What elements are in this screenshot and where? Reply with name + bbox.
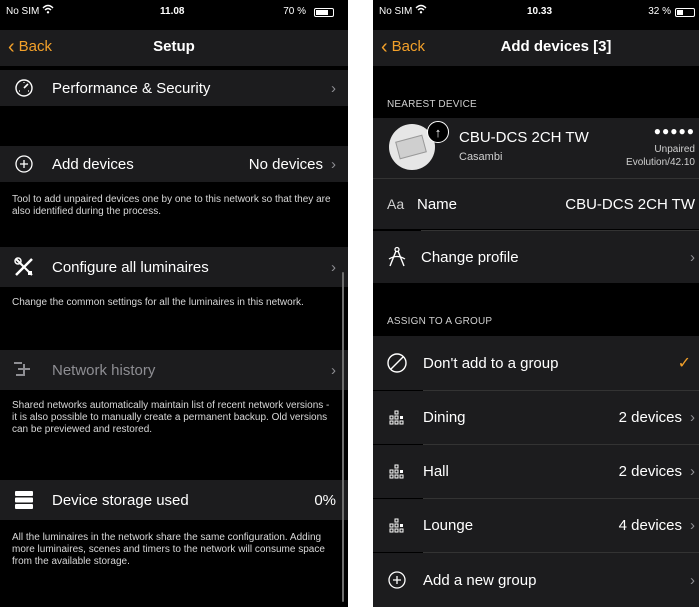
storage-description: All the luminaires in the network share … xyxy=(0,524,348,576)
row-label: Configure all luminaires xyxy=(52,258,209,276)
battery-percent: 32 % xyxy=(648,6,671,17)
clock: 11.08 xyxy=(160,6,185,17)
clock: 10.33 xyxy=(527,6,553,17)
chevron-left-icon: ‹ xyxy=(381,35,388,58)
no-group-icon xyxy=(385,351,409,375)
group-grid-icon xyxy=(385,460,409,484)
status-bar: No SIM 11.08 70 % xyxy=(0,0,348,30)
wifi-icon xyxy=(415,4,427,17)
chevron-right-icon: › xyxy=(690,517,695,534)
row-label: Lounge xyxy=(423,517,474,534)
row-value: 0% xyxy=(314,491,336,509)
nearest-device-header: NEAREST DEVICE xyxy=(387,99,477,110)
nav-bar: ‹ Back Add devices [3] xyxy=(373,30,699,66)
group-grid-icon xyxy=(385,514,409,538)
row-value: 2 devices xyxy=(618,409,682,426)
device-storage-row: Device storage used 0% xyxy=(0,480,348,520)
row-value: 2 devices xyxy=(618,463,682,480)
add-devices-description: Tool to add unpaired devices one by one … xyxy=(0,186,348,226)
gauge-icon xyxy=(12,76,36,100)
chevron-right-icon: › xyxy=(690,463,695,480)
row-value: 4 devices xyxy=(618,517,682,534)
group-row-dining[interactable]: Dining 2 devices › xyxy=(373,391,699,444)
add-new-group-row[interactable]: Add a new group › xyxy=(373,553,699,607)
assign-group-header: ASSIGN TO A GROUP xyxy=(387,316,493,327)
page-title: Add devices [3] xyxy=(500,38,612,55)
tools-icon xyxy=(12,255,36,279)
status-bar: No SIM 10.33 32 % xyxy=(373,0,699,30)
chevron-right-icon: › xyxy=(331,361,336,379)
name-value[interactable]: CBU-DCS 2CH TW xyxy=(457,196,695,213)
chevron-right-icon: › xyxy=(690,571,695,589)
device-name: CBU-DCS 2CH TW xyxy=(459,129,589,146)
group-grid-icon xyxy=(385,406,409,430)
row-label: Change profile xyxy=(421,248,519,266)
nav-bar: ‹ Back Setup xyxy=(0,30,348,66)
signal-strength-icon: ●●●●● xyxy=(653,124,695,138)
plus-circle-icon xyxy=(12,152,36,176)
carrier-label: No SIM xyxy=(379,6,413,17)
row-label: Performance & Security xyxy=(52,79,211,97)
row-label: Add devices xyxy=(52,155,134,173)
group-row-hall[interactable]: Hall 2 devices › xyxy=(373,445,699,498)
add-devices-row[interactable]: Add devices No devices › xyxy=(0,146,348,182)
network-history-row[interactable]: Network history › xyxy=(0,350,348,390)
carrier-label: No SIM xyxy=(6,6,40,17)
scrollbar[interactable] xyxy=(342,272,344,602)
checkmark-icon: ✓ xyxy=(677,355,691,372)
configure-description: Change the common settings for all the l… xyxy=(0,289,348,317)
right-screen: No SIM 10.33 32 % ‹ Back Add devices [3]… xyxy=(373,0,699,607)
storage-icon xyxy=(12,488,36,512)
change-profile-row[interactable]: Change profile › xyxy=(373,231,699,283)
chevron-right-icon: › xyxy=(690,409,695,426)
name-row[interactable]: Aa Name CBU-DCS 2CH TW xyxy=(373,179,699,229)
history-description: Shared networks automatically maintain l… xyxy=(0,392,348,444)
chevron-right-icon: › xyxy=(331,258,336,276)
row-label: Device storage used xyxy=(52,491,189,509)
row-label: Hall xyxy=(423,463,449,480)
row-label: Name xyxy=(417,195,458,213)
row-value: No devices xyxy=(248,155,323,173)
performance-security-row[interactable]: Performance & Security › xyxy=(0,70,348,106)
compass-icon xyxy=(385,245,409,269)
chevron-right-icon: › xyxy=(331,155,336,173)
history-icon xyxy=(12,358,36,382)
battery-icon xyxy=(675,8,695,17)
nearest-device-cell[interactable]: ↑ CBU-DCS 2CH TW Casambi ●●●●● Unpaired … xyxy=(373,118,699,178)
group-row-lounge[interactable]: Lounge 4 devices › xyxy=(373,499,699,552)
row-label: Add a new group xyxy=(423,571,537,589)
device-vendor: Casambi xyxy=(459,151,503,163)
device-status: Unpaired xyxy=(654,144,695,155)
upload-icon: ↑ xyxy=(427,121,449,143)
device-firmware: Evolution/42.10 xyxy=(626,157,695,168)
chevron-right-icon: › xyxy=(690,248,695,266)
row-label: Don't add to a group xyxy=(423,354,559,372)
left-screen: No SIM 11.08 70 % ‹ Back Setup Performan… xyxy=(0,0,348,607)
chevron-right-icon: › xyxy=(331,79,336,97)
page-title: Setup xyxy=(153,38,195,55)
plus-circle-icon xyxy=(385,568,409,592)
wifi-icon xyxy=(42,4,54,17)
battery-icon xyxy=(314,8,334,17)
row-label: Dining xyxy=(423,409,466,426)
row-label: Network history xyxy=(52,361,156,379)
group-row-none[interactable]: Don't add to a group ✓ xyxy=(373,336,699,390)
text-format-icon: Aa xyxy=(387,196,405,212)
configure-luminaires-row[interactable]: Configure all luminaires › xyxy=(0,247,348,287)
battery-percent: 70 % xyxy=(283,6,306,17)
